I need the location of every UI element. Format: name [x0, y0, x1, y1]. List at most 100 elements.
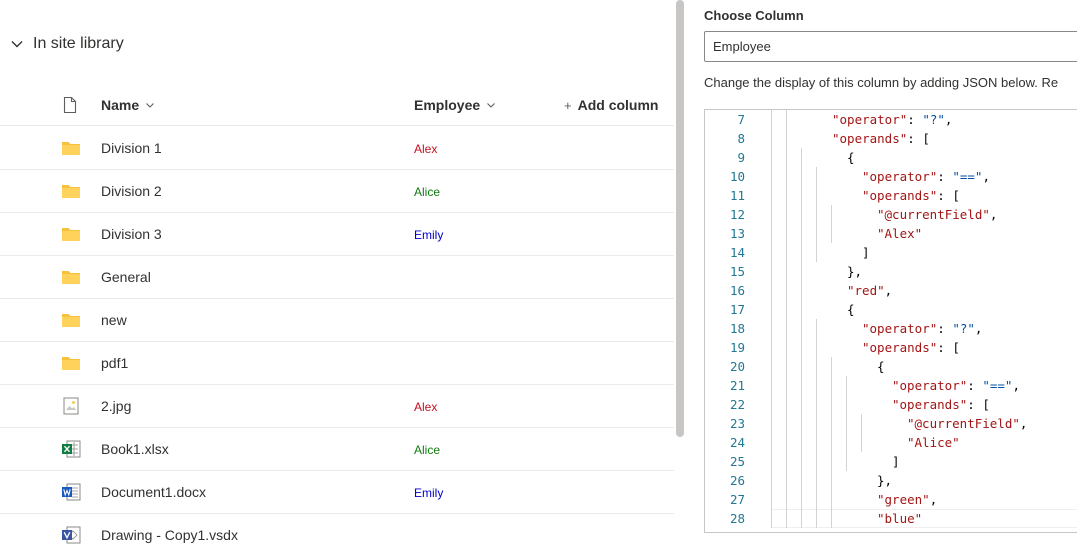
json-punctuation: [: [952, 340, 960, 355]
chevron-down-icon: [146, 103, 155, 108]
group-header-in-site-library[interactable]: In site library: [10, 32, 124, 56]
json-value: "==": [982, 378, 1013, 393]
json-punctuation: ]: [892, 454, 900, 469]
json-separator: :: [967, 397, 983, 412]
json-punctuation: [: [922, 131, 930, 146]
line-number: 24: [729, 435, 745, 450]
file-row[interactable]: new: [0, 299, 674, 342]
file-row[interactable]: General: [0, 256, 674, 299]
json-value: "?": [922, 112, 945, 127]
json-key: "blue": [877, 511, 923, 526]
json-punctuation: [: [982, 397, 990, 412]
file-type-icon: [61, 354, 81, 372]
help-text: Change the display of this column by add…: [704, 75, 1059, 90]
json-separator: :: [967, 378, 983, 393]
line-number: 20: [729, 359, 745, 374]
file-row[interactable]: 2.jpg Alex: [0, 385, 674, 428]
json-key: "operator": [892, 378, 968, 393]
file-name-link[interactable]: Document1.docx: [101, 471, 206, 514]
file-row[interactable]: Division 2 Alice: [0, 170, 674, 213]
visio-file-icon: [62, 526, 81, 544]
file-list: Division 1 Alex Division 2 Alice Division 3 E…: [0, 127, 674, 547]
code-line: ]: [892, 452, 900, 471]
json-key: "@currentField": [907, 416, 1020, 431]
file-name-link[interactable]: 2.jpg: [101, 385, 131, 428]
json-punctuation: },: [877, 473, 893, 488]
line-number-gutter: 7 8 9 10 11 12 13 14 15 16 17 18 19 20 21 22 23 24 25 26 27 2…: [705, 110, 759, 532]
line-number: 21: [729, 378, 745, 393]
chevron-down-icon: [487, 103, 496, 108]
file-name-link[interactable]: Division 1: [101, 127, 162, 170]
json-separator: :: [907, 131, 923, 146]
employee-cell: Alex: [414, 400, 438, 414]
json-punctuation: ,: [944, 112, 953, 127]
file-name-link[interactable]: General: [101, 256, 151, 299]
indent-guide: [831, 205, 832, 243]
employee-cell: Alice: [414, 443, 441, 457]
folder-icon: [62, 185, 80, 198]
code-line: "operator": "?",: [832, 110, 952, 129]
add-column-label: Add column: [577, 97, 659, 113]
json-key: "Alice": [907, 435, 960, 450]
file-row[interactable]: Division 1 Alex: [0, 127, 674, 170]
add-column-button[interactable]: + Add column: [564, 84, 658, 126]
name-column-header[interactable]: Name: [101, 84, 155, 126]
file-row[interactable]: pdf1: [0, 342, 674, 385]
json-value: "==": [952, 169, 983, 184]
indent-guide: [831, 357, 832, 528]
json-key: "red": [847, 283, 885, 298]
json-key: "Alex": [877, 226, 923, 241]
employee-cell: Alex: [414, 142, 438, 156]
word-file-icon: [62, 483, 81, 501]
json-key: "operator": [832, 112, 908, 127]
file-name-link[interactable]: Book1.xlsx: [101, 428, 169, 471]
code-line: "operands": [: [832, 129, 930, 148]
json-key: "operator": [862, 321, 938, 336]
json-key: "operands": [832, 131, 908, 146]
file-name-link[interactable]: Division 3: [101, 213, 162, 256]
file-name-link[interactable]: new: [101, 299, 127, 342]
json-punctuation: ,: [1019, 416, 1028, 431]
code-line: },: [877, 471, 892, 490]
file-type-icon: [61, 397, 81, 415]
group-label: In site library: [33, 35, 124, 52]
line-number: 22: [729, 397, 745, 412]
line-number: 26: [729, 473, 745, 488]
json-key: "operands": [862, 340, 938, 355]
json-separator: :: [937, 321, 953, 336]
file-row[interactable]: Drawing - Copy1.vsdx: [0, 514, 674, 547]
json-punctuation: },: [847, 264, 863, 279]
library-scrollbar[interactable]: [676, 0, 684, 437]
file-name-link[interactable]: Drawing - Copy1.vsdx: [101, 514, 238, 547]
line-number: 16: [729, 283, 745, 298]
code-line: {: [847, 148, 855, 167]
file-name-link[interactable]: Division 2: [101, 170, 162, 213]
column-header-row: Name Employee + Add column: [0, 84, 674, 126]
file-name-link[interactable]: pdf1: [101, 342, 128, 385]
file-row[interactable]: Document1.docx Emily: [0, 471, 674, 514]
json-punctuation: ,: [1012, 378, 1020, 393]
line-number: 15: [729, 264, 745, 279]
line-number: 11: [729, 188, 745, 203]
json-key: "operands": [892, 397, 968, 412]
json-key: "operator": [862, 169, 938, 184]
file-type-icon: [61, 182, 81, 200]
json-punctuation: {: [877, 359, 885, 374]
file-type-icon: [61, 526, 81, 544]
column-dropdown[interactable]: Employee: [704, 31, 1077, 62]
line-number: 10: [729, 169, 745, 184]
file-type-icon: [61, 139, 81, 157]
indent-guide: [801, 148, 802, 528]
json-punctuation: ]: [862, 245, 870, 260]
json-code-editor[interactable]: 7 8 9 10 11 12 13 14 15 16 17 18 19 20 21 22 23 24 25 26 27 2…: [704, 109, 1077, 533]
employee-column-header[interactable]: Employee: [414, 84, 496, 126]
file-row[interactable]: Book1.xlsx Alice: [0, 428, 674, 471]
json-punctuation: ,: [884, 283, 893, 298]
line-number: 14: [729, 245, 745, 260]
file-type-column-header[interactable]: [62, 84, 78, 126]
choose-column-label: Choose Column: [704, 8, 804, 23]
code-line: {: [877, 357, 885, 376]
file-type-icon: [61, 311, 81, 329]
code-line: "green",: [877, 490, 937, 509]
file-row[interactable]: Division 3 Emily: [0, 213, 674, 256]
